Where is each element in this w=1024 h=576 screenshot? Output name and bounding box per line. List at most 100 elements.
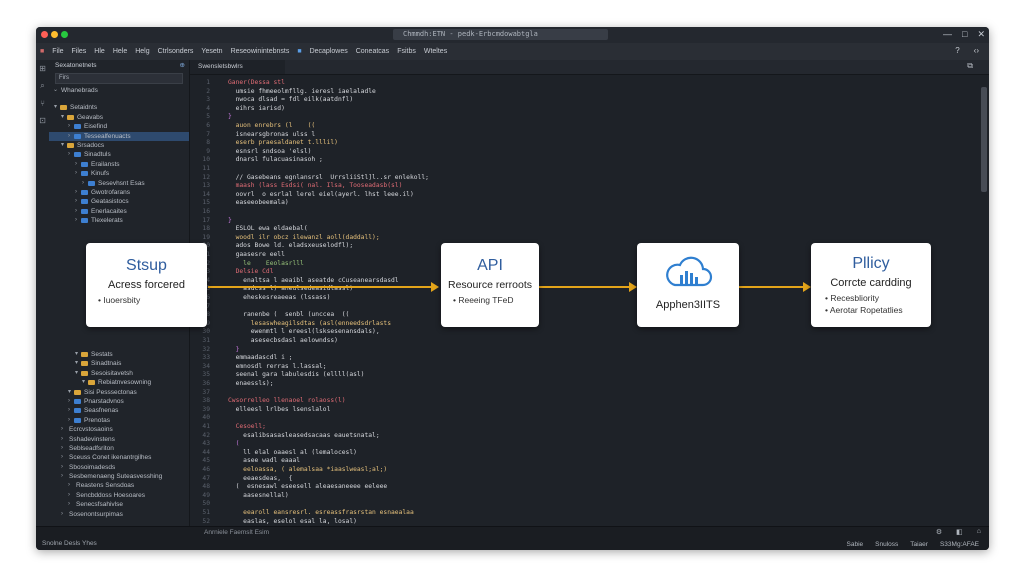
api-card[interactable]: API Resource rerroots • Reeeing TFeD — [441, 243, 539, 327]
folder-icon — [67, 114, 74, 120]
tree-item[interactable]: › Tlexelerats — [49, 216, 189, 225]
code-line[interactable]: elleesl lrlbes lsenslalol — [228, 405, 331, 414]
menu-item[interactable]: Decaplowes — [310, 48, 348, 55]
tree-item[interactable]: › Eisefind — [49, 122, 189, 131]
help-icon[interactable]: ? — [955, 46, 959, 55]
close-window-dot[interactable] — [41, 31, 48, 38]
tree-item[interactable]: › Senecsfsahivlse — [49, 500, 189, 509]
status-left[interactable]: Snolne Desls Yhes — [42, 540, 97, 547]
menu-item[interactable]: Helg — [135, 48, 149, 55]
code-line[interactable]: easlas, eselol esal la, losal) — [228, 517, 357, 526]
command-search-box[interactable]: Chmmdh:ETN - pedk-Erbcmdowabtgla — [393, 29, 608, 40]
tree-item[interactable]: › Prenotas — [49, 416, 189, 425]
tree-item[interactable]: ▾ Sesoisitavetsh — [49, 369, 189, 378]
scroll-thumb[interactable] — [981, 87, 987, 192]
setup-card[interactable]: Stsup Acress forcered • Iuoersbity — [86, 243, 207, 327]
policy-card[interactable]: Pllicy Corrcte cardding • Recesbliority … — [811, 243, 931, 327]
card-bullet: • Aerotar Ropetatlies — [825, 305, 903, 315]
code-line[interactable]: enaessls); — [228, 379, 274, 388]
apphen-card[interactable]: Apphen3IITS — [637, 243, 739, 327]
tree-item[interactable]: ▾ Setaidnts — [49, 103, 189, 112]
status-item[interactable]: Sabie — [847, 541, 864, 548]
tree-item[interactable]: › Geatasistocs — [49, 197, 189, 206]
run-icon[interactable]: ■ — [297, 48, 301, 55]
sidebar-header: Sexatonetnets ⊕ — [49, 60, 189, 72]
editor-tab[interactable]: Swensletsbwlrs — [190, 60, 285, 74]
tree-item[interactable]: › Sinadtuls — [49, 150, 189, 159]
code-line[interactable]: easeeobeemala) — [228, 198, 289, 207]
tree-item[interactable]: ▾ Geavabs — [49, 113, 189, 122]
code-line[interactable]: eheskesreaeeas (lssass) — [228, 293, 330, 302]
minimize-window-dot[interactable] — [51, 31, 58, 38]
tree-item[interactable]: › Ecrcvstosaoins — [49, 425, 189, 434]
code-line[interactable]: dnarsl fulacuasinasoh ; — [228, 155, 323, 164]
menu-item[interactable]: Files — [72, 48, 87, 55]
settings-icon[interactable]: ⚙ — [936, 528, 942, 536]
sidebar-filter-input[interactable]: Firs ▤ ▥ — [55, 73, 183, 84]
menu-item[interactable]: Hle — [94, 48, 105, 55]
status-item[interactable]: S33Mg:AFAE — [940, 541, 979, 548]
maximize-window-dot[interactable] — [61, 31, 68, 38]
chevron-right-icon: › — [75, 170, 77, 177]
tree-item[interactable]: › Reastens Sensdoas — [49, 481, 189, 490]
tree-item[interactable]: › Gwotrofarans — [49, 188, 189, 197]
menu-item[interactable]: File — [52, 48, 63, 55]
menu-item[interactable]: Coneatcas — [356, 48, 389, 55]
tree-label: Ecrcvstosaoins — [69, 426, 113, 434]
tree-item[interactable]: › Pnarstadvnos — [49, 397, 189, 406]
layout-icon[interactable]: ◧ — [956, 528, 963, 536]
tree-item[interactable]: › Sosenontsurpimas — [49, 510, 189, 519]
home-icon[interactable]: ⌂ — [977, 528, 981, 536]
explorer-icon[interactable]: ⊞ — [39, 64, 46, 73]
folder-icon — [81, 352, 88, 357]
line-number: 52 — [202, 517, 210, 525]
extensions-icon[interactable]: ⊡ — [39, 116, 46, 125]
menu-item[interactable]: Fsitbs — [397, 48, 416, 55]
menu-item[interactable]: Ctrlsonders — [158, 48, 194, 55]
status-mid[interactable]: Anrniele Faemslt Esim — [204, 529, 269, 536]
tree-item[interactable]: ▾ Rebiatnvesowning — [49, 378, 189, 387]
code-line[interactable]: aasesnellal) — [228, 491, 289, 500]
tree-item[interactable]: ▾ Srsadocs — [49, 141, 189, 150]
menu-item[interactable]: Wteltes — [424, 48, 447, 55]
code-line[interactable]: eihrs iarisd) — [228, 104, 285, 113]
tree-item[interactable]: › Tessealfenuacts — [49, 131, 189, 141]
new-file-icon[interactable]: ⊕ — [180, 60, 185, 72]
split-editor-icon[interactable]: ⧉ — [967, 61, 973, 70]
tree-item[interactable]: › Sbosoimadesds — [49, 463, 189, 472]
tree-item[interactable]: › Sesevhsnt Esas — [49, 179, 189, 188]
card-bullet: • Reeeing TFeD — [453, 295, 514, 305]
tree-item[interactable]: › Sshadevinstens — [49, 435, 189, 444]
tree-item[interactable]: ▾ Sisi Pesssectonas — [49, 388, 189, 397]
tree-item[interactable]: › Sencbddoss Hoesoares — [49, 491, 189, 500]
tree-item[interactable]: ▾ Sestats — [49, 350, 189, 359]
tree-item[interactable]: › Erailansts — [49, 160, 189, 169]
code-line[interactable]: esalibsasasleasedsacaas eauetsnatal; — [228, 431, 380, 440]
tree-label: Sbosoimadesds — [69, 463, 116, 471]
chevron-down-icon: ▾ — [61, 113, 65, 120]
tree-item[interactable]: ▾ Sinadtnais — [49, 359, 189, 368]
tree-item[interactable]: › Sesbemenaeng Suteasvesshing — [49, 472, 189, 481]
app-menu-icon[interactable]: ■ — [40, 48, 44, 55]
code-line[interactable]: asesecbsdasl aelowndss) — [228, 336, 338, 345]
tree-item[interactable]: › Seblseadfsriton — [49, 444, 189, 453]
tree-item[interactable]: › Kinufs — [49, 169, 189, 178]
editor-scrollbar[interactable] — [981, 75, 987, 525]
menu-item[interactable]: Hele — [113, 48, 127, 55]
chevron-right-icon: › — [75, 207, 77, 214]
tree-item[interactable]: › Sceuss Conet ikenantrgilhes — [49, 453, 189, 462]
menu-item[interactable]: Reseowinintebnsts — [231, 48, 290, 55]
source-control-icon[interactable]: ⑂ — [40, 99, 45, 108]
status-item[interactable]: Snuloss — [875, 541, 898, 548]
tree-root[interactable]: ⌄ Whanebrads — [49, 86, 189, 95]
tree-item[interactable]: › Enerlacaites — [49, 207, 189, 216]
search-icon[interactable]: ⌕ — [40, 81, 44, 91]
minimize-icon[interactable]: — — [943, 29, 952, 41]
maximize-icon[interactable]: □ — [962, 29, 967, 41]
folder-icon — [81, 361, 88, 367]
menu-item[interactable]: Yesetn — [201, 48, 222, 55]
tree-item[interactable]: › Seasfnenas — [49, 406, 189, 415]
status-item[interactable]: Taiaer — [910, 541, 928, 548]
code-toggle-icon[interactable]: ‹› — [974, 46, 979, 55]
close-icon[interactable]: ✕ — [977, 29, 985, 41]
